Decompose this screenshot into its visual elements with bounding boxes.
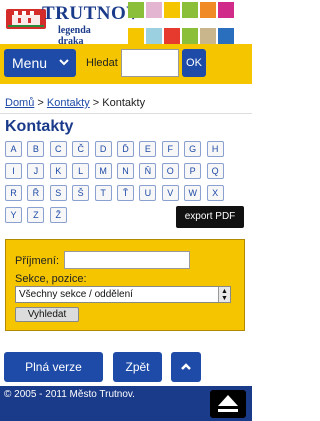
letter-button[interactable]: J	[27, 163, 45, 179]
letter-button[interactable]: Ď	[117, 141, 134, 157]
search-input[interactable]	[121, 49, 179, 77]
letter-button[interactable]: G	[184, 141, 202, 157]
copyright-text: © 2005 - 2011 Město Trutnov.	[4, 389, 135, 400]
decorative-square	[182, 2, 198, 18]
letter-button[interactable]: Q	[206, 163, 224, 179]
site-logo[interactable]: TRUTNOV legenda draka	[6, 3, 140, 47]
decorative-square	[128, 28, 144, 44]
breadcrumb-separator: >	[92, 97, 100, 109]
decorative-squares	[118, 0, 252, 44]
letter-button[interactable]: Ř	[27, 185, 45, 201]
decorative-square	[146, 28, 162, 44]
letter-button[interactable]: M	[94, 163, 112, 179]
letter-button[interactable]: W	[184, 185, 202, 201]
letter-button[interactable]: Š	[72, 185, 90, 201]
letter-button[interactable]: Ň	[139, 163, 157, 179]
decorative-square	[200, 28, 216, 44]
decorative-square	[164, 28, 180, 44]
section-select-value: Všechny sekce / oddělení	[19, 289, 133, 300]
eject-icon	[218, 395, 238, 412]
menu-label: Menu	[12, 55, 48, 71]
letter-button[interactable]: F	[161, 141, 179, 157]
letter-button[interactable]: P	[184, 163, 202, 179]
surname-label: Příjmení:	[15, 255, 60, 267]
section-select[interactable]: Všechny sekce / oddělení ▲ ▼	[15, 286, 231, 303]
search-ok-button[interactable]: OK	[182, 49, 206, 77]
letter-button[interactable]: D	[94, 141, 112, 157]
letter-button[interactable]: T	[94, 185, 112, 201]
castle-icon	[8, 11, 44, 27]
letter-button[interactable]: Č	[72, 141, 90, 157]
menu-button[interactable]: Menu	[4, 49, 76, 77]
letter-button[interactable]: H	[206, 141, 224, 157]
scroll-top-button[interactable]	[171, 352, 201, 382]
decorative-square	[218, 2, 234, 18]
letter-button[interactable]: N	[117, 163, 134, 179]
contact-filter-form: Příjmení: Sekce, pozice: Všechny sekce /…	[5, 239, 245, 331]
site-header: TRUTNOV legenda draka	[0, 0, 252, 47]
decorative-square	[164, 2, 180, 18]
decorative-square	[146, 2, 162, 18]
letter-button[interactable]: I	[5, 163, 22, 179]
bottom-nav: Plná verze Zpět	[0, 349, 252, 383]
search-submit-button[interactable]: Vyhledat	[15, 307, 79, 322]
letter-button[interactable]: A	[5, 141, 22, 157]
letter-button[interactable]: Z	[27, 207, 45, 223]
chevron-up-icon	[181, 363, 191, 370]
search-bar: Menu Hledat OK	[0, 44, 252, 84]
letter-button[interactable]: E	[139, 141, 157, 157]
decorative-square	[200, 2, 216, 18]
breadcrumb-current: Kontakty	[102, 97, 146, 109]
breadcrumb-link-kontakty[interactable]: Kontakty	[47, 97, 90, 109]
full-version-button[interactable]: Plná verze	[4, 352, 103, 382]
letter-button[interactable]: B	[27, 141, 45, 157]
divider	[0, 113, 252, 114]
page-title: Kontakty	[5, 118, 74, 135]
letter-button[interactable]: Ž	[49, 207, 67, 223]
letter-button[interactable]: C	[49, 141, 67, 157]
letter-button[interactable]: K	[49, 163, 67, 179]
select-arrows-icon: ▲ ▼	[218, 287, 230, 302]
decorative-square	[182, 28, 198, 44]
letter-button[interactable]: R	[5, 185, 22, 201]
surname-field[interactable]	[64, 251, 190, 269]
chevron-down-icon	[59, 59, 69, 66]
letter-button[interactable]: V	[161, 185, 179, 201]
letter-button[interactable]: Ť	[117, 185, 134, 201]
breadcrumb-separator: >	[37, 97, 44, 109]
letter-button[interactable]: S	[49, 185, 67, 201]
letter-button[interactable]: Y	[5, 207, 22, 223]
back-button[interactable]: Zpět	[113, 352, 162, 382]
decorative-square	[128, 2, 144, 18]
breadcrumb: Domů > Kontakty > Kontakty	[5, 97, 145, 109]
letter-button[interactable]: O	[161, 163, 179, 179]
page-up-button[interactable]	[210, 390, 246, 418]
letter-button[interactable]: X	[206, 185, 224, 201]
letter-button[interactable]: U	[139, 185, 157, 201]
section-label: Sekce, pozice:	[15, 273, 87, 285]
decorative-square	[218, 28, 234, 44]
export-pdf-button[interactable]: export PDF	[176, 206, 244, 228]
letter-button[interactable]: L	[72, 163, 90, 179]
search-label: Hledat	[86, 57, 118, 69]
breadcrumb-link-home[interactable]: Domů	[5, 97, 34, 109]
